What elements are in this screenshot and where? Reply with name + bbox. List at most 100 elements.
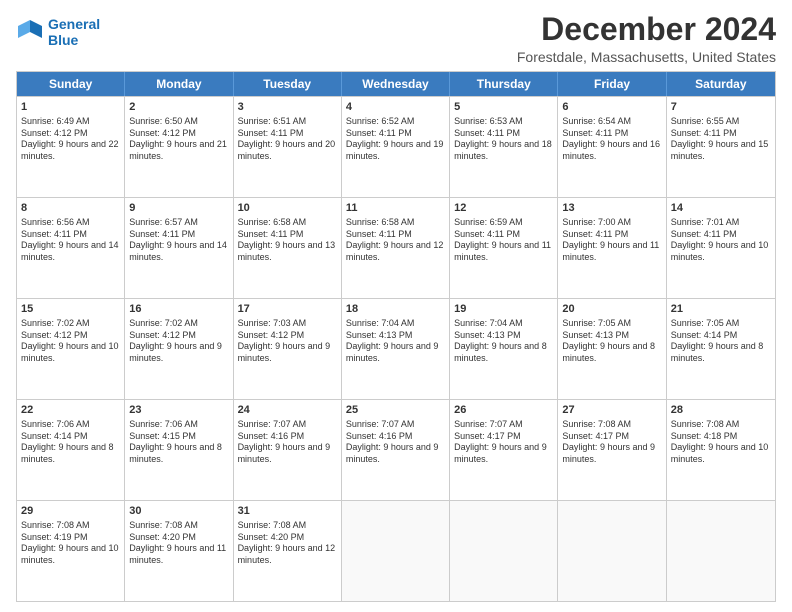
header-day-tuesday: Tuesday	[234, 72, 342, 96]
sunset: Sunset: 4:11 PM	[454, 128, 520, 138]
week-row-4: 22Sunrise: 7:06 AMSunset: 4:14 PMDayligh…	[17, 399, 775, 500]
sunset: Sunset: 4:11 PM	[454, 229, 520, 239]
daylight: Daylight: 9 hours and 14 minutes.	[129, 240, 227, 262]
day-info: Sunrise: 6:56 AMSunset: 4:11 PMDaylight:…	[21, 217, 120, 264]
sunrise: Sunrise: 7:07 AM	[454, 419, 523, 429]
day-info: Sunrise: 7:06 AMSunset: 4:15 PMDaylight:…	[129, 419, 228, 466]
sunset: Sunset: 4:13 PM	[346, 330, 413, 340]
day-info: Sunrise: 6:51 AMSunset: 4:11 PMDaylight:…	[238, 116, 337, 163]
daylight: Daylight: 9 hours and 12 minutes.	[238, 543, 336, 565]
day-number: 6	[562, 100, 661, 115]
sunrise: Sunrise: 6:51 AM	[238, 116, 307, 126]
sunrise: Sunrise: 6:55 AM	[671, 116, 740, 126]
daylight: Daylight: 9 hours and 20 minutes.	[238, 139, 336, 161]
day-info: Sunrise: 6:58 AMSunset: 4:11 PMDaylight:…	[238, 217, 337, 264]
day-number: 24	[238, 403, 337, 418]
daylight: Daylight: 9 hours and 21 minutes.	[129, 139, 227, 161]
sunrise: Sunrise: 7:08 AM	[671, 419, 740, 429]
sunset: Sunset: 4:14 PM	[671, 330, 738, 340]
sunset: Sunset: 4:11 PM	[346, 128, 412, 138]
daylight: Daylight: 9 hours and 15 minutes.	[671, 139, 769, 161]
day-number: 21	[671, 302, 771, 317]
day-number: 26	[454, 403, 553, 418]
sunset: Sunset: 4:13 PM	[454, 330, 521, 340]
sunset: Sunset: 4:12 PM	[21, 128, 88, 138]
sunrise: Sunrise: 7:03 AM	[238, 318, 307, 328]
day-number: 14	[671, 201, 771, 216]
empty-cell	[450, 501, 558, 601]
sunset: Sunset: 4:11 PM	[671, 229, 737, 239]
day-info: Sunrise: 6:52 AMSunset: 4:11 PMDaylight:…	[346, 116, 445, 163]
daylight: Daylight: 9 hours and 22 minutes.	[21, 139, 119, 161]
day-cell-11: 11Sunrise: 6:58 AMSunset: 4:11 PMDayligh…	[342, 198, 450, 298]
daylight: Daylight: 9 hours and 10 minutes.	[21, 543, 119, 565]
day-cell-21: 21Sunrise: 7:05 AMSunset: 4:14 PMDayligh…	[667, 299, 775, 399]
day-info: Sunrise: 7:08 AM Sunset: 4:20 PMDaylight:…	[238, 520, 337, 567]
day-cell-15: 15Sunrise: 7:02 AMSunset: 4:12 PMDayligh…	[17, 299, 125, 399]
day-info: Sunrise: 7:02 AMSunset: 4:12 PMDaylight:…	[129, 318, 228, 365]
day-number: 9	[129, 201, 228, 216]
day-cell-22: 22Sunrise: 7:06 AMSunset: 4:14 PMDayligh…	[17, 400, 125, 500]
day-cell-31: 31Sunrise: 7:08 AMSunset: 4:20 PMDayligh…	[234, 501, 342, 601]
day-info: Sunrise: 7:07 AMSunset: 4:16 PMDaylight:…	[238, 419, 337, 466]
daylight: Daylight: 9 hours and 14 minutes.	[21, 240, 119, 262]
day-cell-3: 3Sunrise: 6:51 AMSunset: 4:11 PMDaylight…	[234, 97, 342, 197]
day-info: Sunrise: 7:00 AMSunset: 4:11 PMDaylight:…	[562, 217, 661, 264]
header-day-wednesday: Wednesday	[342, 72, 450, 96]
day-cell-23: 23Sunrise: 7:06 AMSunset: 4:15 PMDayligh…	[125, 400, 233, 500]
daylight: Daylight: 9 hours and 11 minutes.	[129, 543, 226, 565]
day-number: 8	[21, 201, 120, 216]
sunset: Sunset: 4:17 PM	[562, 431, 629, 441]
daylight: Daylight: 9 hours and 18 minutes.	[454, 139, 552, 161]
day-info: Sunrise: 7:06 AMSunset: 4:14 PMDaylight:…	[21, 419, 120, 466]
day-info: Sunrise: 7:05 AMSunset: 4:13 PMDaylight:…	[562, 318, 661, 365]
daylight: Daylight: 9 hours and 10 minutes.	[21, 341, 119, 363]
daylight: Daylight: 9 hours and 9 minutes.	[454, 442, 547, 464]
day-cell-2: 2Sunrise: 6:50 AMSunset: 4:12 PMDaylight…	[125, 97, 233, 197]
header-day-monday: Monday	[125, 72, 233, 96]
day-number: 28	[671, 403, 771, 418]
day-cell-10: 10Sunrise: 6:58 AMSunset: 4:11 PMDayligh…	[234, 198, 342, 298]
sunset: Sunset: 4:11 PM	[562, 229, 628, 239]
sunset: Sunset: 4:20 PM	[129, 532, 196, 542]
day-info: Sunrise: 6:53 AMSunset: 4:11 PMDaylight:…	[454, 116, 553, 163]
day-info: Sunrise: 7:02 AMSunset: 4:12 PMDaylight:…	[21, 318, 120, 365]
day-info: Sunrise: 7:04 AMSunset: 4:13 PMDaylight:…	[346, 318, 445, 365]
sunrise: Sunrise: 7:08 AM	[129, 520, 198, 530]
day-cell-26: 26Sunrise: 7:07 AMSunset: 4:17 PMDayligh…	[450, 400, 558, 500]
day-cell-17: 17Sunrise: 7:03 AMSunset: 4:12 PMDayligh…	[234, 299, 342, 399]
day-cell-12: 12Sunrise: 6:59 AMSunset: 4:11 PMDayligh…	[450, 198, 558, 298]
day-number: 15	[21, 302, 120, 317]
week-row-1: 1Sunrise: 6:49 AMSunset: 4:12 PMDaylight…	[17, 96, 775, 197]
daylight: Daylight: 9 hours and 8 minutes.	[671, 341, 764, 363]
day-cell-27: 27Sunrise: 7:08 AMSunset: 4:17 PMDayligh…	[558, 400, 666, 500]
day-info: Sunrise: 7:07 AMSunset: 4:17 PMDaylight:…	[454, 419, 553, 466]
header-day-thursday: Thursday	[450, 72, 558, 96]
day-number: 17	[238, 302, 337, 317]
day-cell-18: 18Sunrise: 7:04 AMSunset: 4:13 PMDayligh…	[342, 299, 450, 399]
day-cell-1: 1Sunrise: 6:49 AMSunset: 4:12 PMDaylight…	[17, 97, 125, 197]
day-number: 19	[454, 302, 553, 317]
day-info: Sunrise: 7:08 AMSunset: 4:19 PMDaylight:…	[21, 520, 120, 567]
sunset: Sunset: 4:11 PM	[671, 128, 737, 138]
sunset: Sunset: 4:20 PM	[238, 532, 305, 542]
day-info: Sunrise: 6:57 AMSunset: 4:11 PMDaylight:…	[129, 217, 228, 264]
sunrise: Sunrise: 7:07 AM	[238, 419, 307, 429]
day-info: Sunrise: 6:50 AMSunset: 4:12 PMDaylight:…	[129, 116, 228, 163]
day-number: 7	[671, 100, 771, 115]
day-number: 4	[346, 100, 445, 115]
day-number: 25	[346, 403, 445, 418]
sunrise: Sunrise: 7:08 AM	[238, 520, 307, 530]
empty-cell	[342, 501, 450, 601]
day-cell-6: 6Sunrise: 6:54 AMSunset: 4:11 PMDaylight…	[558, 97, 666, 197]
page: General Blue December 2024 Forestdale, M…	[0, 0, 792, 612]
day-number: 3	[238, 100, 337, 115]
day-cell-14: 14Sunrise: 7:01 AMSunset: 4:11 PMDayligh…	[667, 198, 775, 298]
day-number: 22	[21, 403, 120, 418]
sunrise: Sunrise: 7:02 AM	[129, 318, 198, 328]
day-number: 20	[562, 302, 661, 317]
day-info: Sunrise: 7:05 AMSunset: 4:14 PMDaylight:…	[671, 318, 771, 365]
calendar-header: SundayMondayTuesdayWednesdayThursdayFrid…	[17, 72, 775, 96]
sunrise: Sunrise: 6:49 AM	[21, 116, 90, 126]
day-cell-30: 30Sunrise: 7:08 AMSunset: 4:20 PMDayligh…	[125, 501, 233, 601]
